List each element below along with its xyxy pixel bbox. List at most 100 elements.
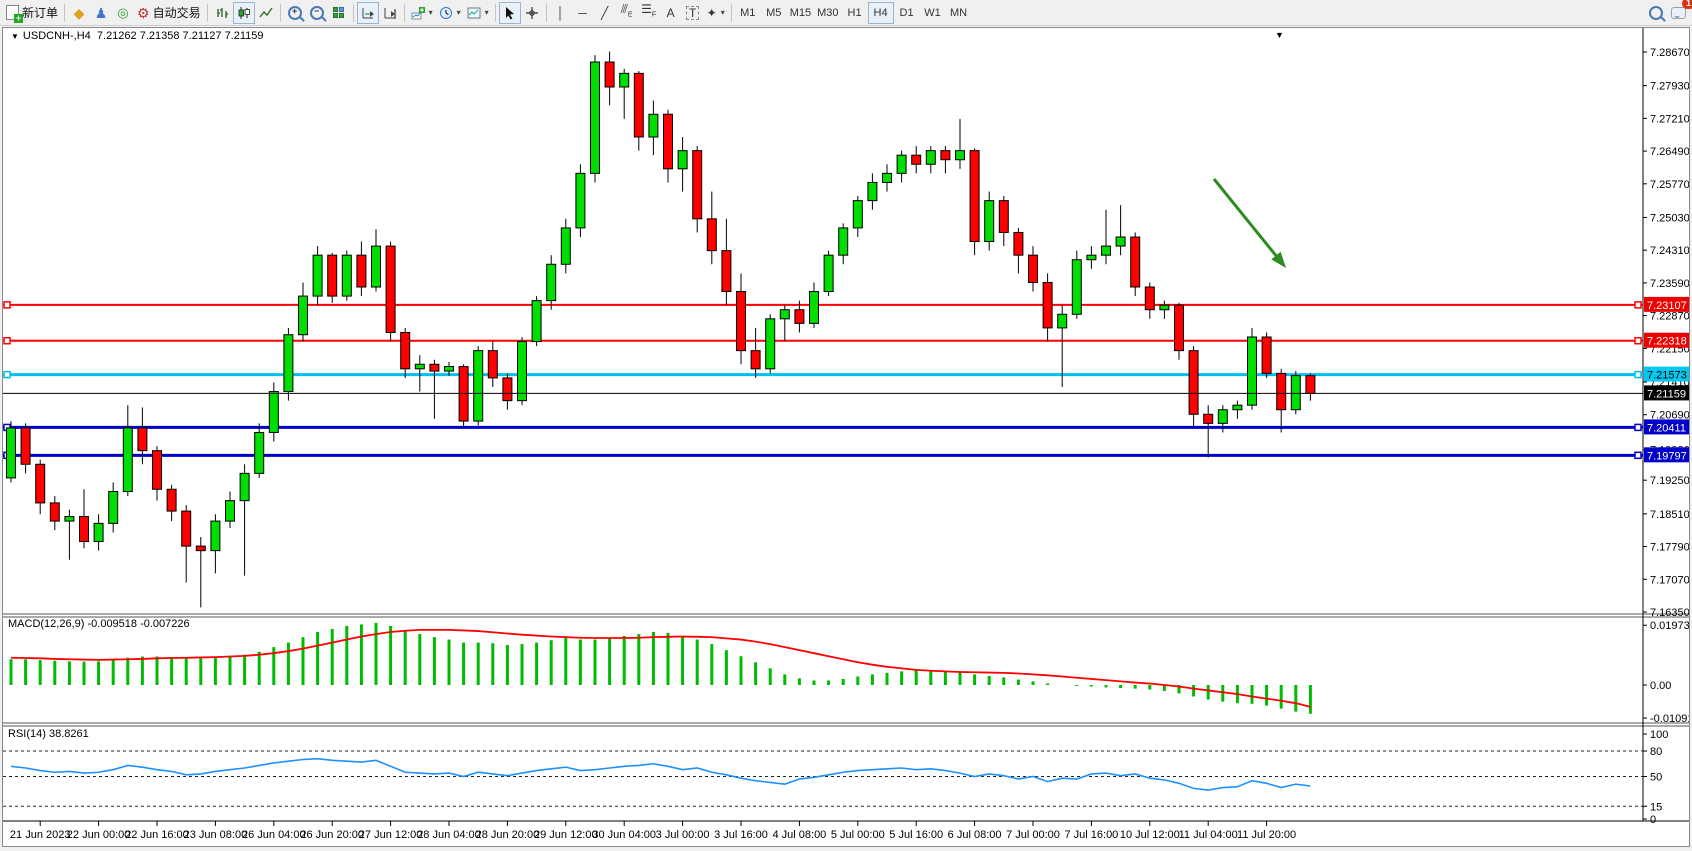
- dropdown-arrow-icon: ▾: [429, 8, 433, 17]
- timeframe-h1-button[interactable]: H1: [842, 2, 868, 24]
- candle-body: [1291, 376, 1300, 410]
- tile-windows-icon: [333, 7, 345, 19]
- line-anchor-marker: [1635, 338, 1641, 344]
- periods-button[interactable]: ▾: [436, 2, 464, 24]
- time-axis-label: 11 Jul 04:00: [1179, 829, 1238, 841]
- search-button[interactable]: [1645, 2, 1667, 24]
- fibonacci-button[interactable]: ☰F: [638, 2, 660, 24]
- horizontal-line-button[interactable]: ─: [572, 2, 594, 24]
- price-axis-label: 7.27210: [1650, 113, 1689, 125]
- line-price-label-text: 7.19797: [1647, 450, 1687, 462]
- candle-body: [605, 62, 614, 87]
- vertical-line-button[interactable]: │: [550, 2, 572, 24]
- line-anchor-marker: [4, 372, 10, 378]
- candle-body: [474, 351, 483, 421]
- candle-body: [182, 511, 191, 546]
- cursor-button[interactable]: [499, 2, 521, 24]
- templates-button[interactable]: ▾: [464, 2, 492, 24]
- auto-trading-label: 自动交易: [153, 4, 201, 21]
- zoom-in-button[interactable]: +: [284, 2, 306, 24]
- chart-top-marker-icon[interactable]: ▼: [1275, 30, 1284, 40]
- line-anchor-marker: [4, 338, 10, 344]
- mql5-community-button[interactable]: ♟: [90, 2, 112, 24]
- chart-collapse-icon[interactable]: ▼: [11, 32, 19, 41]
- candle-body: [1204, 414, 1213, 423]
- bar-chart-button[interactable]: [211, 2, 233, 24]
- quote-open: 7.21262: [97, 30, 137, 42]
- auto-trading-button[interactable]: ⚙ 自动交易: [134, 2, 204, 24]
- zoom-out-button[interactable]: −: [306, 2, 328, 24]
- time-axis-label: 11 Jul 20:00: [1237, 829, 1296, 841]
- candle-body: [1102, 246, 1111, 255]
- candle-body: [167, 489, 176, 511]
- line-chart-button[interactable]: [255, 2, 277, 24]
- candle-body: [1058, 314, 1067, 328]
- price-chart-canvas[interactable]: 7.286707.279307.272107.264907.257707.250…: [3, 28, 1689, 846]
- time-axis-label: 22 Jun 00:00: [67, 829, 131, 841]
- trendline-button[interactable]: ╱: [594, 2, 616, 24]
- time-axis-label: 22 Jun 16:00: [125, 829, 189, 841]
- candle-body: [138, 428, 147, 451]
- channel-button[interactable]: ⫻E: [616, 2, 638, 24]
- candle-body: [1043, 282, 1052, 327]
- timeframe-d1-button[interactable]: D1: [894, 2, 920, 24]
- candle-body: [956, 151, 965, 160]
- candle-body: [999, 201, 1008, 233]
- candle-body: [766, 319, 775, 369]
- candle-body: [824, 255, 833, 291]
- candle-body: [1029, 255, 1038, 282]
- arrow-annotation: [1214, 179, 1277, 257]
- chart-shift-button[interactable]: [379, 2, 401, 24]
- text-label-button[interactable]: T: [682, 2, 704, 24]
- new-order-button[interactable]: + 新订单: [3, 2, 61, 24]
- time-axis-label: 3 Jul 16:00: [714, 829, 768, 841]
- candle-body: [80, 517, 89, 542]
- candle-body: [883, 173, 892, 182]
- candle-body: [707, 219, 716, 251]
- signals-button[interactable]: ◎: [112, 2, 134, 24]
- candle-body: [1131, 237, 1140, 287]
- timeframe-mn-button[interactable]: MN: [946, 2, 972, 24]
- indicators-button[interactable]: ▾: [408, 2, 436, 24]
- time-axis-label: 26 Jun 04:00: [242, 829, 306, 841]
- candle-body: [1072, 260, 1081, 315]
- time-axis-label: 7 Jul 16:00: [1064, 829, 1118, 841]
- arrows-button[interactable]: ✦▾: [704, 2, 728, 24]
- candle-body: [50, 503, 59, 521]
- macd-axis-label: 0.01973: [1650, 620, 1689, 632]
- notification-badge: 1: [1682, 0, 1692, 9]
- macd-indicator-label: MACD(12,26,9) -0.009518 -0.007226: [7, 618, 191, 630]
- line-anchor-marker: [1635, 302, 1641, 308]
- candle-body: [1248, 337, 1257, 405]
- auto-scroll-button[interactable]: [357, 2, 379, 24]
- time-axis-label: 28 Jun 20:00: [476, 829, 540, 841]
- text-label-icon: T: [686, 6, 699, 20]
- timeframe-m15-button[interactable]: M15: [787, 2, 814, 24]
- candlestick-chart-button[interactable]: [233, 2, 255, 24]
- timeframe-m5-button[interactable]: M5: [761, 2, 787, 24]
- candle-body: [678, 151, 687, 169]
- timeframe-h4-button[interactable]: H4: [868, 2, 894, 24]
- timeframe-w1-button[interactable]: W1: [920, 2, 946, 24]
- text-button[interactable]: A: [660, 2, 682, 24]
- timeframe-m1-button[interactable]: M1: [735, 2, 761, 24]
- price-axis-label: 7.26490: [1650, 146, 1689, 158]
- cursor-icon: [503, 6, 516, 20]
- tile-windows-button[interactable]: [328, 2, 350, 24]
- candle-body: [1262, 337, 1271, 373]
- crosshair-icon: [525, 6, 539, 20]
- dropdown-arrow-icon: ▾: [485, 8, 489, 17]
- chart-window[interactable]: ▼USDCNH-,H4 7.21262 7.21358 7.21127 7.21…: [2, 27, 1690, 847]
- depth-of-market-button[interactable]: ◆: [68, 2, 90, 24]
- toolbar-separator: [64, 4, 65, 22]
- price-axis-label: 7.18510: [1650, 509, 1689, 521]
- dropdown-arrow-icon: ▾: [457, 8, 461, 17]
- rsi-axis-label: 80: [1650, 746, 1662, 758]
- notifications-button[interactable]: 1: [1667, 2, 1689, 24]
- crosshair-button[interactable]: [521, 2, 543, 24]
- timeframe-m30-button[interactable]: M30: [814, 2, 841, 24]
- candle-body: [780, 310, 789, 319]
- candle-body: [415, 364, 424, 369]
- time-axis-label: 7 Jul 00:00: [1006, 829, 1060, 841]
- price-axis-label: 7.17790: [1650, 542, 1689, 554]
